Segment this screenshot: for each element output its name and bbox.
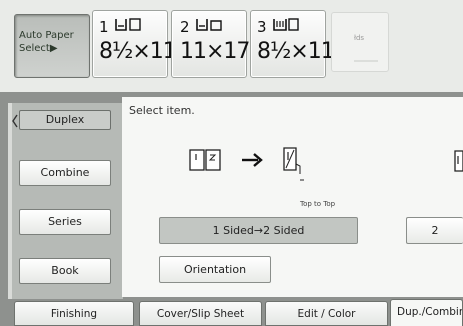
two-sided-option-button[interactable]: 2 (406, 217, 463, 244)
one-to-two-sided-diagram (188, 146, 328, 194)
tray-2-paper-size: 11×17 (180, 39, 250, 64)
side-tab-book[interactable]: Book (19, 258, 111, 284)
tab-cover-slip-sheet[interactable]: Cover/Slip Sheet (139, 301, 262, 326)
tray-2-number: 2 (180, 18, 190, 36)
selected-marker-icon (12, 113, 18, 132)
tray-icon (272, 17, 300, 36)
instruction-text: Select item. (129, 104, 195, 117)
tab-finishing-label: Finishing (50, 308, 98, 320)
tray-2-button[interactable]: 2 11×17 (171, 10, 250, 78)
orientation-button[interactable]: Orientation (159, 256, 271, 283)
tray-1-button[interactable]: 1 8½×11 (92, 10, 177, 78)
orientation-note: Top to Top (300, 200, 336, 208)
bypass-tray-button[interactable]: łds (331, 12, 389, 72)
side-tab-duplex[interactable]: Duplex (19, 110, 111, 130)
tray-3-button[interactable]: 3 8½×11 (250, 10, 335, 78)
tray-icon (114, 17, 142, 36)
tray-1-paper-size: 8½×11 (99, 39, 177, 64)
side-tab-combine-label: Combine (40, 166, 90, 179)
bypass-tray-label: łds (354, 34, 365, 42)
side-tab-series[interactable]: Series (19, 209, 111, 235)
tab-finishing[interactable]: Finishing (14, 301, 134, 326)
tab-edit-color-label: Edit / Color (297, 308, 356, 320)
tab-edit-color[interactable]: Edit / Color (265, 301, 388, 326)
tab-dup-combine[interactable]: Dup./Combine (390, 299, 463, 326)
side-tab-combine[interactable]: Combine (19, 160, 111, 186)
tray-3-number: 3 (257, 18, 267, 36)
side-menu-edge (8, 103, 12, 299)
two-sided-option-label: 2 (431, 224, 439, 237)
one-to-two-sided-button[interactable]: 1 Sided→2 Sided (159, 217, 358, 244)
tab-dup-combine-label: Dup./Combine (397, 306, 462, 318)
auto-paper-label-line1: Auto Paper (19, 30, 74, 41)
side-tab-book-label: Book (51, 264, 79, 277)
auto-paper-select-button[interactable]: Auto Paper Select▶ (14, 14, 90, 78)
tray-1-number: 1 (99, 18, 109, 36)
tray-3-paper-size: 8½×11 (257, 39, 335, 64)
tab-cover-slip-sheet-label: Cover/Slip Sheet (156, 308, 245, 320)
tray-icon (195, 17, 223, 36)
auto-paper-label-line2: Select▶ (19, 43, 58, 54)
partial-diagram-icon (453, 150, 463, 178)
side-tab-series-label: Series (48, 215, 82, 228)
one-to-two-sided-label: 1 Sided→2 Sided (212, 224, 305, 237)
side-tab-duplex-label: Duplex (45, 113, 85, 126)
orientation-label: Orientation (183, 263, 247, 276)
